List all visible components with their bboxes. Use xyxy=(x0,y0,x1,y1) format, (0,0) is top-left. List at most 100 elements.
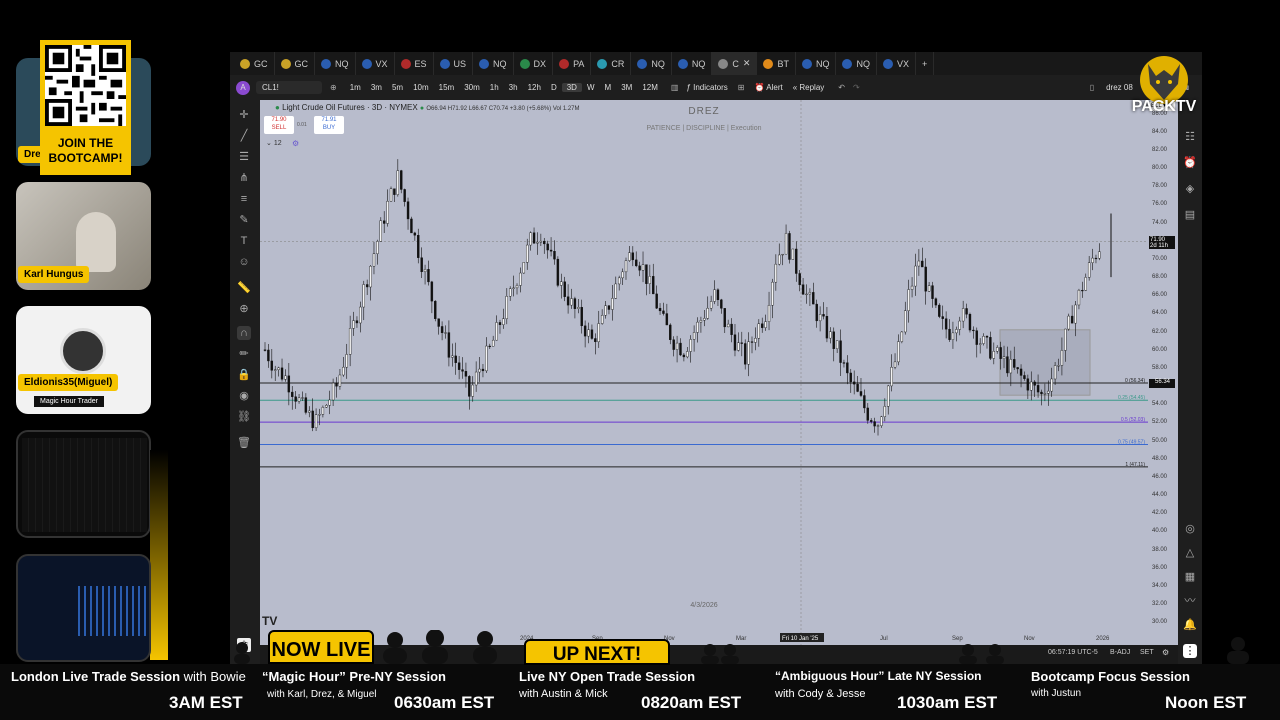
close-icon[interactable]: ✕ xyxy=(743,58,751,69)
lock-icon[interactable]: 🔒 xyxy=(237,368,251,382)
candle xyxy=(859,391,863,396)
tab-0[interactable]: GC xyxy=(234,52,275,75)
alert-button[interactable]: ⏰ Alert xyxy=(755,83,783,92)
chart-canvas[interactable]: 0 (56.34) 0.25 (54.45) 0.5 (52.03) 0.75 (49… xyxy=(260,100,1178,645)
tab-1[interactable]: GC xyxy=(275,52,315,75)
calendar-icon[interactable]: ▦ xyxy=(1183,570,1197,584)
timeframe-W[interactable]: W xyxy=(582,83,600,92)
emoji-icon[interactable]: ☺ xyxy=(237,255,251,269)
candle xyxy=(563,281,566,297)
ideas-icon[interactable]: △ xyxy=(1183,546,1197,560)
chat-icon[interactable]: ▤ xyxy=(1183,208,1197,222)
redo-icon[interactable]: ↷ xyxy=(853,83,860,92)
tab-9[interactable]: CR xyxy=(591,52,632,75)
alarm-clock-icon: ⏰ xyxy=(754,83,767,92)
horizontal-lines-icon[interactable]: ☰ xyxy=(237,150,251,164)
candle xyxy=(788,233,791,260)
ruler-icon[interactable]: 📏 xyxy=(237,281,251,295)
candle xyxy=(502,318,505,325)
candle xyxy=(808,292,812,295)
settings-small-icon[interactable]: ⚙ xyxy=(292,139,299,148)
timeframe-1h[interactable]: 1h xyxy=(485,83,504,92)
candle xyxy=(692,332,696,340)
trash-icon[interactable]: 🗑 xyxy=(237,436,251,450)
pencil-lock-icon[interactable]: ✏ xyxy=(237,347,251,361)
timeframe-30m[interactable]: 30m xyxy=(459,83,485,92)
layers-icon[interactable]: ◈ xyxy=(1183,182,1197,196)
trend-line-icon[interactable]: ╱ xyxy=(237,129,251,143)
layout-icon[interactable]: ▯ xyxy=(1090,83,1094,92)
candle xyxy=(985,336,989,338)
tab-14[interactable]: NQ xyxy=(796,52,837,75)
candle xyxy=(641,264,645,271)
undo-icon[interactable]: ↶ xyxy=(838,83,845,92)
tab-5[interactable]: US xyxy=(434,52,474,75)
alerts-icon[interactable]: ⏰ xyxy=(1183,156,1197,170)
pitchfork-icon[interactable]: ⋔ xyxy=(237,171,251,185)
stream-icon[interactable]: 〰 xyxy=(1183,594,1197,608)
tab-8[interactable]: PA xyxy=(553,52,592,75)
fib-icon[interactable]: ≡ xyxy=(237,192,251,206)
chart-type-icon[interactable]: ▥ xyxy=(671,83,679,92)
timeframe-3D[interactable]: 3D xyxy=(561,83,582,92)
indicator-count[interactable]: ⌄ 12 xyxy=(266,139,282,147)
tab-4[interactable]: ES xyxy=(395,52,434,75)
timeframe-10m[interactable]: 10m xyxy=(408,83,434,92)
add-symbol-icon[interactable]: ⊕ xyxy=(330,83,337,92)
candle xyxy=(1091,257,1094,263)
tab-11[interactable]: NQ xyxy=(672,52,713,75)
bootcamp-promo[interactable]: JOIN THE BOOTCAMP! xyxy=(40,40,131,175)
tab-symbol-icon xyxy=(559,58,570,69)
replay-button[interactable]: « Replay xyxy=(793,83,825,92)
timeframe-3m[interactable]: 3m xyxy=(366,83,387,92)
link-icon[interactable]: ⛓ xyxy=(237,410,251,424)
templates-icon[interactable]: ⊞ xyxy=(738,83,745,92)
watchlist-icon[interactable]: ☷ xyxy=(1183,130,1197,144)
symbol-search[interactable]: CL1! xyxy=(256,81,322,94)
tab-12[interactable]: C ✕ xyxy=(712,52,758,75)
tab-10[interactable]: NQ xyxy=(631,52,672,75)
timeframe-3M[interactable]: 3M xyxy=(616,83,637,92)
session-ambiguous-hour[interactable]: “Ambiguous Hour” Late NY Session with Co… xyxy=(775,664,1015,720)
timeframe-3h[interactable]: 3h xyxy=(504,83,523,92)
thumbnail-content xyxy=(22,438,147,532)
candle xyxy=(597,323,600,343)
timeframe-D[interactable]: D xyxy=(546,83,562,92)
timeframe-12M[interactable]: 12M xyxy=(637,83,663,92)
timeframe-1m[interactable]: 1m xyxy=(345,83,366,92)
tab-symbol-icon xyxy=(519,58,530,69)
tab-15[interactable]: NQ xyxy=(836,52,877,75)
tab-13[interactable]: BT xyxy=(757,52,796,75)
session-bootcamp-focus[interactable]: Bootcamp Focus Session with Justun Noon … xyxy=(1031,664,1271,720)
tab-6[interactable]: NQ xyxy=(473,52,514,75)
chevron-down-icon: ⌄ xyxy=(266,140,274,147)
indicators-button[interactable]: ƒ Indicators xyxy=(686,83,727,92)
crosshair-icon[interactable]: ✛ xyxy=(237,108,251,122)
session-london[interactable]: London Live Trade Session with Bowie 3AM… xyxy=(11,664,246,720)
timeframe-12h[interactable]: 12h xyxy=(523,83,546,92)
zoom-icon[interactable]: ⊕ xyxy=(237,302,251,316)
candle xyxy=(662,310,665,314)
timeframe-5m[interactable]: 5m xyxy=(387,83,408,92)
brush-icon[interactable]: ✎ xyxy=(237,213,251,227)
session-magic-hour[interactable]: “Magic Hour” Pre-NY Session with Karl, D… xyxy=(262,664,512,720)
tab-2[interactable]: NQ xyxy=(315,52,356,75)
candle xyxy=(280,367,284,380)
magnet-icon[interactable]: ∩ xyxy=(237,326,251,340)
eye-icon[interactable]: ◉ xyxy=(237,389,251,403)
candle xyxy=(359,306,362,324)
target-icon[interactable]: ◎ xyxy=(1183,522,1197,536)
tab-16[interactable]: VX xyxy=(877,52,916,75)
text-icon[interactable]: T xyxy=(237,234,251,248)
timeframe-M[interactable]: M xyxy=(600,83,617,92)
price-chart[interactable]: 0 (56.34) 0.25 (54.45) 0.5 (52.03) 0.75 (49… xyxy=(260,100,1178,645)
timeframe-15m[interactable]: 15m xyxy=(434,83,460,92)
tab-7[interactable]: DX xyxy=(514,52,554,75)
account-avatar[interactable]: A xyxy=(236,80,250,95)
tab-3[interactable]: VX xyxy=(356,52,395,75)
price-axis[interactable]: BLL ▾ 86.00 84.00 82.00 80.00 78.00 76.00 74.0… xyxy=(1148,100,1178,645)
tab-symbol-icon xyxy=(677,58,688,69)
new-tab-button[interactable]: + xyxy=(916,52,935,75)
session-ny-open[interactable]: Live NY Open Trade Session with Austin &… xyxy=(519,664,749,720)
candle xyxy=(1013,359,1016,368)
